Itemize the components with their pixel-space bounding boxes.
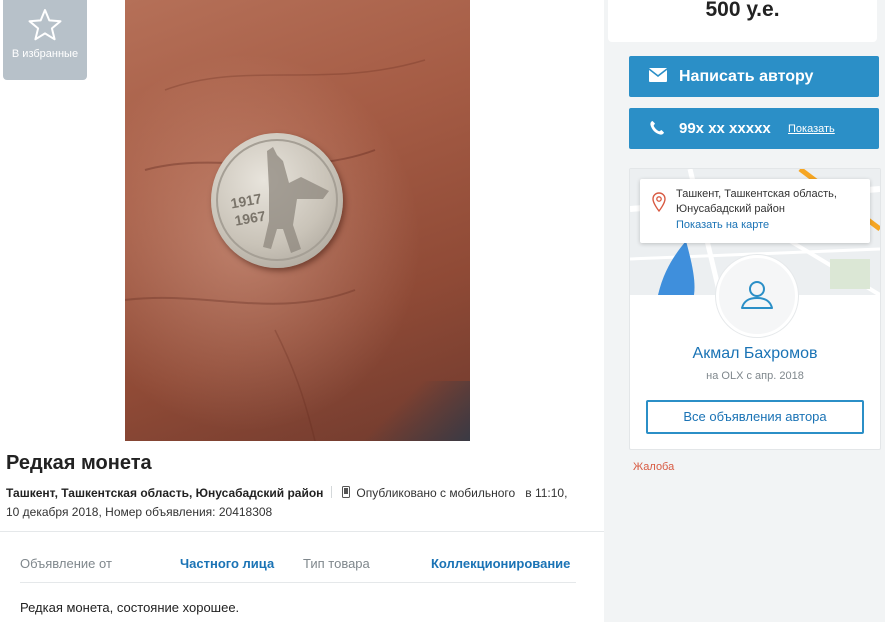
detail-value-offered-by[interactable]: Частного лица [180,556,274,571]
ad-description: Редкая монета, состояние хорошее. [20,600,240,615]
avatar[interactable] [716,255,798,337]
details-divider [20,582,576,583]
section-divider [0,531,604,532]
user-icon [741,281,773,309]
price: 500 у.е. [705,0,780,21]
detail-key-item-type: Тип товара [303,556,370,571]
phone-number: 99x xx xxxxx [679,120,771,137]
coin-year-2: 1967 [233,208,267,229]
price-box: 500 у.е. [608,0,877,42]
location-popup: Ташкент, Ташкентская область, Юнусабадск… [640,179,870,243]
seller-since: на OLX с апр. 2018 [706,370,804,382]
ad-photo[interactable]: 1917 1967 [125,0,470,441]
published-date-and-id: 10 декабря 2018, Номер объявления: 20418… [6,505,273,519]
phone-button[interactable]: 99x xx xxxxx Показать [629,108,879,149]
ad-title: Редкая монета [6,452,152,474]
coin-relief: 1917 1967 [216,139,338,261]
photo-shadow [350,381,470,441]
published-time: в 11:10, [525,486,568,500]
popup-address: Ташкент, Ташкентская область, Юнусабадск… [676,188,837,215]
published-label: Опубликовано с мобильного [356,486,516,500]
phone-icon [650,121,664,135]
show-phone-link[interactable]: Показать [788,123,835,135]
favorite-label: В избранные [11,48,79,60]
meta-divider [331,486,333,498]
map-pin-icon [652,192,666,212]
seller-name[interactable]: Акмал Бахромов [630,345,880,363]
mobile-icon [342,486,351,498]
show-on-map-link[interactable]: Показать на карте [676,219,769,231]
ad-location: Ташкент, Ташкентская область, Юнусабадск… [6,486,324,500]
ad-main-column: В избранные 1917 1967 Редкая монета Ташк… [0,0,604,622]
complaint-link[interactable]: Жалоба [633,461,674,473]
detail-value-item-type[interactable]: Коллекционирование [431,556,570,571]
envelope-icon [649,68,667,82]
write-to-author-button[interactable]: Написать автору [629,56,879,97]
seller-card: Ташкент, Ташкентская область, Юнусабадск… [629,168,881,450]
write-to-author-label: Написать автору [679,67,814,85]
favorite-button[interactable]: В избранные [3,0,87,80]
detail-key-offered-by: Объявление от [20,556,112,571]
coin-image: 1917 1967 [211,133,343,268]
all-author-ads-button[interactable]: Все объявления автора [646,400,864,434]
ad-meta: Ташкент, Ташкентская область, Юнусабадск… [6,484,596,522]
star-icon [28,9,62,41]
